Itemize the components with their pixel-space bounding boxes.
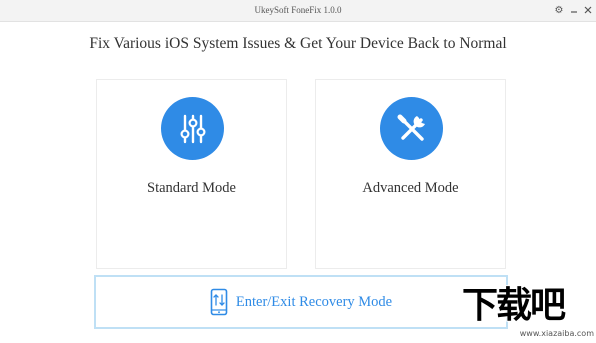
watermark-logo: 下载吧 — [461, 284, 567, 327]
recovery-mode-button[interactable]: Enter/Exit Recovery Mode — [94, 275, 508, 329]
advanced-mode-label: Advanced Mode — [362, 180, 459, 196]
phone-arrows-icon — [210, 288, 228, 316]
close-button[interactable] — [581, 3, 595, 17]
tools-icon — [380, 97, 443, 160]
page-headline: Fix Various iOS System Issues & Get Your… — [89, 35, 507, 52]
recovery-mode-label: Enter/Exit Recovery Mode — [235, 293, 393, 310]
minimize-icon — [571, 11, 577, 13]
standard-mode-card[interactable]: Standard Mode — [96, 79, 287, 269]
advanced-mode-card[interactable]: Advanced Mode — [315, 79, 506, 269]
site-watermark: 下载吧 www.xiazaiba.com — [458, 284, 596, 343]
standard-mode-label: Standard Mode — [147, 180, 236, 196]
close-icon — [584, 6, 592, 14]
title-bar: UkeySoft FoneFix 1.0.0 ⚙ — [0, 0, 596, 22]
window-title: UkeySoft FoneFix 1.0.0 — [254, 5, 342, 15]
settings-gear-icon[interactable]: ⚙ — [552, 3, 566, 17]
watermark-url: www.xiazaiba.com — [519, 329, 594, 338]
sliders-icon — [161, 97, 224, 160]
minimize-button[interactable] — [567, 3, 581, 17]
